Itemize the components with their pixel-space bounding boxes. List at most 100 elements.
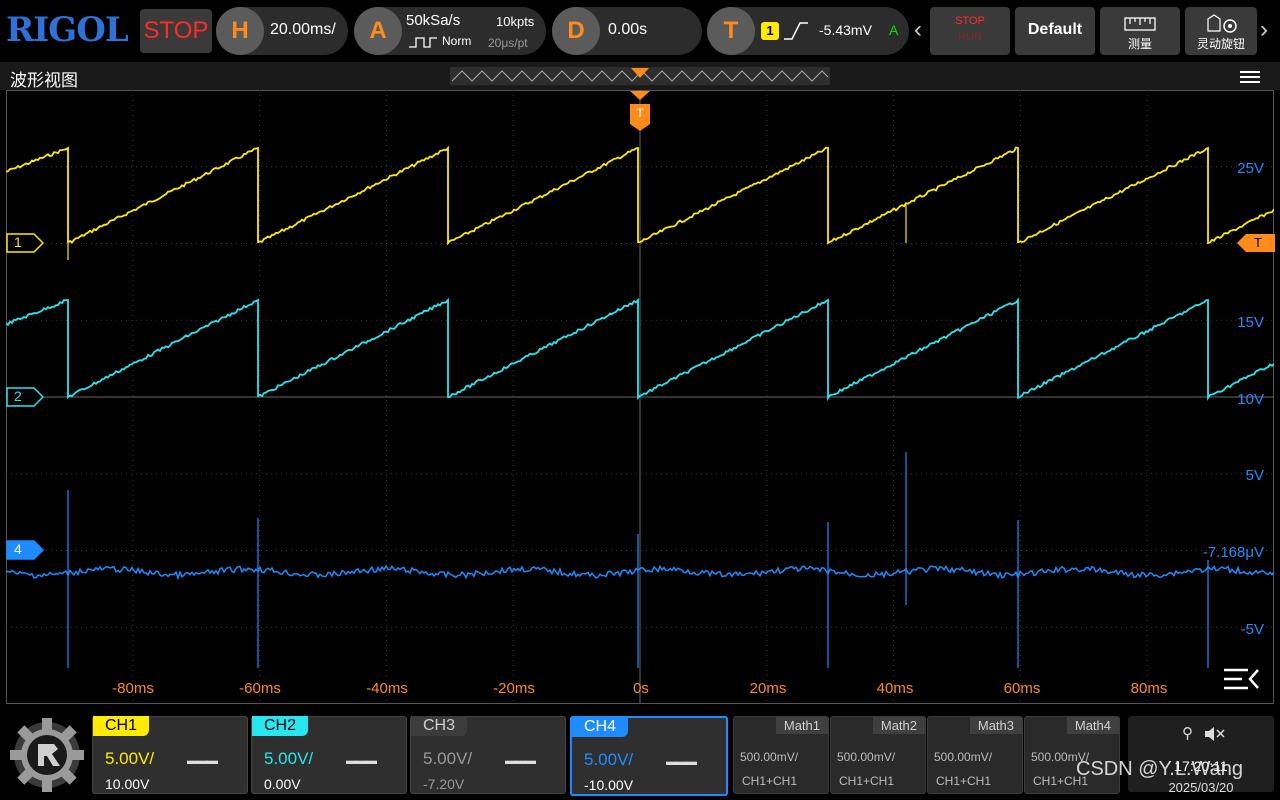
channel-tab: CH1 <box>93 716 150 736</box>
channel-1-box[interactable]: CH1 5.00V/ ▬▬▬ 10.00V <box>92 716 248 794</box>
coupling-icon: ▬▬▬ <box>346 755 377 767</box>
math-3-box[interactable]: Math3 500.00mV/CH1+CH1 <box>927 716 1023 794</box>
waveform-view-header: 波形视图 <box>0 62 1280 90</box>
coupling-icon: ▬▬▬ <box>187 755 218 767</box>
channel-tab: CH3 <box>411 716 468 736</box>
delay-control[interactable]: D 0.00s <box>552 7 702 55</box>
horizontal-scale-control[interactable]: H 20.00ms/ <box>216 7 348 55</box>
delay-value: 0.00s <box>608 21 648 38</box>
chevron-left-icon[interactable]: ‹ <box>914 16 922 44</box>
top-toolbar: RIGOL STOP H 20.00ms/ A 50kSa/s 10kpts N… <box>0 0 1280 62</box>
acquire-control[interactable]: A 50kSa/s 10kpts Norm 20μs/pt <box>354 7 546 55</box>
channel-tab: CH4 <box>572 717 629 737</box>
channel-2-box[interactable]: CH2 5.00V/ ▬▬▬ 0.00V <box>251 716 407 794</box>
math-2-box[interactable]: Math2 500.00mV/CH1+CH1 <box>830 716 926 794</box>
math-scale: 500.00mV/ <box>934 750 993 764</box>
rigol-logo: RIGOL <box>6 10 129 50</box>
channel-scale: 5.00V/ <box>423 749 473 768</box>
ch4-mid-scale-label: -7.168μV <box>1202 544 1264 561</box>
time-label: -80ms <box>112 680 154 697</box>
ch1-marker-label: 1 <box>14 234 22 250</box>
waveform-view-title: 波形视图 <box>10 71 78 90</box>
time-label: 20ms <box>749 680 787 697</box>
usb-icon: ⚲ <box>1182 725 1193 742</box>
math-4-box[interactable]: Math4 500.00mV/CH1+CH1 <box>1024 716 1120 794</box>
ch4-top-scale-label: 5V <box>1245 467 1264 484</box>
channel-tab: CH2 <box>252 716 309 736</box>
channel-offset: 10.00V <box>105 776 150 792</box>
channel-offset: 0.00V <box>264 776 301 792</box>
home-gear-icon[interactable] <box>8 716 86 794</box>
rising-edge-icon <box>784 22 808 40</box>
time-label: 40ms <box>876 680 914 697</box>
math-tab: Math2 <box>872 717 925 734</box>
math-source: CH1+CH1 <box>742 774 798 788</box>
channel-offset: -7.20V <box>423 776 465 792</box>
trigger-icon: T <box>707 7 755 55</box>
channel-scale: 5.00V/ <box>105 749 155 768</box>
channel-scale: 5.00V/ <box>584 750 634 769</box>
math-scale: 500.00mV/ <box>837 750 896 764</box>
coupling-icon: ▬▬▬ <box>505 755 536 767</box>
horizontal-scale: 20.00ms/ <box>270 21 336 38</box>
trigger-position-marker-icon <box>631 68 649 78</box>
default-button[interactable]: Default <box>1015 7 1095 55</box>
math-tab: Math4 <box>1066 717 1119 734</box>
ch2-offset-marker[interactable] <box>6 387 44 407</box>
waveform-display[interactable] <box>6 90 1274 704</box>
channel-scale: 5.00V/ <box>264 749 314 768</box>
ch1-offset-marker[interactable] <box>6 233 44 253</box>
ch2-marker-label: 2 <box>14 388 22 404</box>
time-label: 0s <box>633 680 649 697</box>
acquire-mode: Norm <box>442 34 472 48</box>
ch1-scale-label: 25V <box>1237 160 1264 177</box>
stop-label: STOP <box>955 15 985 27</box>
coupling-icon: ▬▬▬ <box>666 756 697 768</box>
time-label: -60ms <box>239 680 281 697</box>
collapse-menu-icon[interactable] <box>1222 666 1260 692</box>
delay-icon: D <box>552 7 600 55</box>
stop-run-button[interactable]: STOP RUN <box>930 7 1010 55</box>
knob-icon <box>1207 14 1237 33</box>
channel-3-box[interactable]: CH3 5.00V/ ▬▬▬ -7.20V <box>410 716 566 794</box>
trigger-marker-label: T <box>636 106 644 120</box>
time-label: 60ms <box>1003 680 1041 697</box>
time-label: 80ms <box>1130 680 1168 697</box>
ruler-icon <box>1124 17 1156 31</box>
ch4-offset-marker[interactable] <box>6 540 44 560</box>
math-source: CH1+CH1 <box>936 774 992 788</box>
menu-icon[interactable] <box>1240 68 1260 86</box>
multipurpose-knob-button[interactable]: 灵动旋钮 <box>1185 7 1257 55</box>
math-1-box[interactable]: Math1 500.00mV/CH1+CH1 <box>733 716 829 794</box>
default-label: Default <box>1027 21 1083 38</box>
chevron-right-icon[interactable]: › <box>1260 16 1268 44</box>
sample-rate: 50kSa/s <box>406 12 461 29</box>
knob-label: 灵动旋钮 <box>1196 37 1245 51</box>
speaker-muted-icon[interactable] <box>1204 726 1226 742</box>
trigger-level-marker-label: T <box>1254 235 1262 250</box>
channel-offset: -10.00V <box>584 777 634 793</box>
clock-date: 2025/03/20 <box>1168 780 1234 795</box>
memory-position-strip[interactable] <box>450 67 830 85</box>
acquire-mode-icon <box>409 37 437 48</box>
bottom-status-bar: CH1 5.00V/ ▬▬▬ 10.00V CH2 5.00V/ ▬▬▬ 0.00V CH3 5.… <box>0 708 1280 800</box>
measure-button[interactable]: 测量 <box>1100 7 1180 55</box>
horizontal-icon: H <box>216 7 264 55</box>
sample-interval: 20μs/pt <box>488 36 528 50</box>
ch2-top-scale-label: 15V <box>1237 314 1264 331</box>
trigger-mode: A <box>889 22 899 38</box>
run-status-indicator[interactable]: STOP <box>140 9 212 53</box>
ch2-bottom-scale-label: 10V <box>1237 391 1264 408</box>
channel-4-box[interactable]: CH4 5.00V/ ▬▬▬ -10.00V <box>570 716 728 796</box>
math-tab: Math1 <box>775 717 828 734</box>
ch4-marker-label: 4 <box>14 541 22 557</box>
memory-depth: 10kpts <box>496 14 535 29</box>
time-label: -20ms <box>493 680 535 697</box>
trigger-control[interactable]: T 1 -5.43mV A <box>707 7 909 55</box>
ch4-bottom-scale-label: -5V <box>1240 621 1264 638</box>
trigger-source-badge: 1 <box>761 22 779 40</box>
run-label: RUN <box>958 31 982 43</box>
watermark-text: CSDN @Y.L.Wang <box>1076 758 1244 780</box>
math-tab: Math3 <box>969 717 1022 734</box>
acquire-icon: A <box>354 7 402 55</box>
